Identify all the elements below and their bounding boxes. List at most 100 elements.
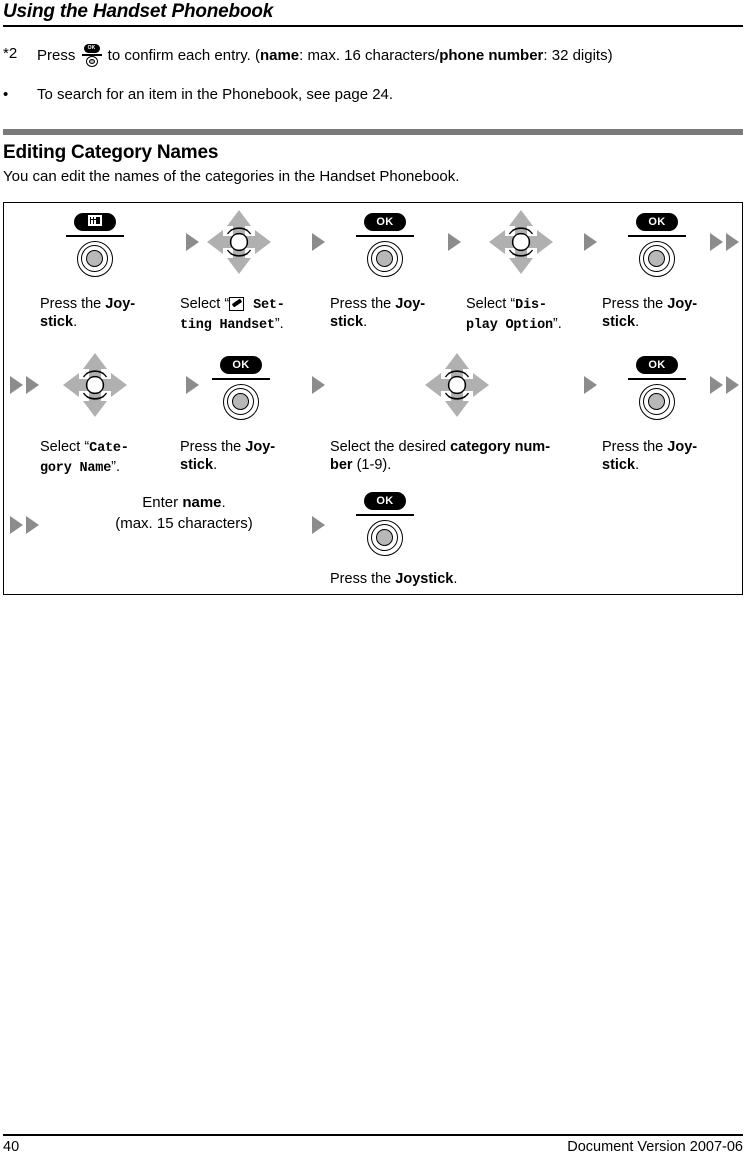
- ok-badge: OK: [364, 492, 406, 510]
- joystick-knob: [639, 384, 675, 420]
- nav-4way-icon[interactable]: [422, 348, 492, 426]
- joystick-knob: [223, 384, 259, 420]
- step-caption: Press the Joy-stick.: [330, 296, 426, 330]
- nav-4way-icon[interactable]: [486, 205, 556, 283]
- step-caption: Select “Dis-play Option”.: [466, 296, 562, 333]
- note-bullet-search: • To search for an item in the Phonebook…: [3, 85, 743, 109]
- triangle-right-icon: [312, 516, 325, 534]
- flow-arrow-separator: [312, 233, 325, 251]
- flow-arrow-separator: [312, 376, 325, 394]
- triangle-right-icon: [710, 233, 723, 251]
- note-bold-name: name: [259, 47, 300, 64]
- flow-step-1: Press the Joy-stick.: [40, 205, 180, 330]
- flow-step-2: Select “ Set-ting Handset”.: [180, 205, 328, 333]
- joystick-press-button[interactable]: OK: [356, 484, 414, 562]
- step-icon-wrap: OK: [180, 348, 320, 426]
- ok-badge: OK: [636, 213, 678, 231]
- joystick-knob: [367, 520, 403, 556]
- step-icon-wrap: [40, 205, 180, 283]
- step-icon-wrap: [40, 348, 180, 426]
- triangle-right-icon: [584, 376, 597, 394]
- step-caption: Press the Joy-stick.: [40, 296, 136, 330]
- joystick-knob: [85, 56, 98, 67]
- joystick-press-button[interactable]: [66, 205, 124, 283]
- flow-arrow-separator: [584, 376, 597, 394]
- triangle-right-icon: [10, 376, 23, 394]
- enter-name-line2: (max. 15 characters): [115, 515, 253, 532]
- enter-name-line1: Enter name.: [142, 494, 226, 511]
- nav-4way-icon[interactable]: [204, 205, 274, 283]
- flow-step-7: OK Press the Joy-stick.: [180, 348, 320, 473]
- badge-underline: [212, 378, 270, 380]
- flow-step-3: OK Press the Joy-stick.: [330, 205, 466, 330]
- joystick-knob: [367, 241, 403, 277]
- step-icon-wrap: OK: [330, 484, 530, 562]
- footer-rule: [3, 1134, 743, 1136]
- flow-arrow-separator: [584, 233, 597, 251]
- joystick-knob: [639, 241, 675, 277]
- flow-step-6: Select “Cate-gory Name”.: [40, 348, 180, 476]
- triangle-right-icon: [448, 233, 461, 251]
- ok-badge: OK: [364, 213, 406, 231]
- step-caption: Press the Joy-stick.: [602, 296, 698, 330]
- step-caption: Press the Joystick.: [330, 571, 458, 587]
- joystick-press-button[interactable]: OK: [212, 348, 270, 426]
- triangle-right-icon: [26, 376, 39, 394]
- flow-row-2: Select “Cate-gory Name”. OK Press the Jo…: [4, 348, 742, 476]
- header-rule: [3, 25, 743, 27]
- note-bullet-marker: •: [3, 86, 9, 103]
- note-marker: *2: [3, 45, 18, 62]
- section-divider-bar: [3, 129, 743, 135]
- ok-badge: OK: [220, 356, 262, 374]
- badge-underline: [628, 378, 686, 380]
- joystick-press-button[interactable]: OK: [356, 205, 414, 283]
- triangle-right-icon: [10, 516, 23, 534]
- step-caption: Select “Cate-gory Name”.: [40, 439, 129, 476]
- triangle-right-icon: [710, 376, 723, 394]
- flow-step-11: OK Press the Joystick.: [330, 484, 530, 587]
- joystick-ok-icon: OK: [81, 44, 102, 67]
- note-text: Press OK to confirm each entry. (name: m…: [37, 44, 743, 67]
- badge-underline: [66, 235, 124, 237]
- running-head-title: Using the Handset Phonebook: [3, 1, 274, 22]
- section-title: Editing Category Names: [3, 142, 219, 163]
- flow-row-3: Enter name. (max. 15 characters) OK Pres…: [4, 484, 742, 594]
- step-icon-wrap: [330, 348, 602, 426]
- step-caption: Press the Joy-stick.: [180, 439, 276, 473]
- flow-wrap-arrow-start: [10, 516, 39, 534]
- triangle-right-icon: [726, 233, 739, 251]
- page-header: Using the Handset Phonebook: [3, 0, 743, 27]
- section-subtitle: You can edit the names of the categories…: [3, 168, 460, 185]
- flow-wrap-arrow-start: [10, 376, 39, 394]
- triangle-right-icon: [312, 233, 325, 251]
- joystick-press-button[interactable]: OK: [628, 205, 686, 283]
- footer-page-number: 40: [3, 1139, 20, 1155]
- note-bold-phone: phone number: [439, 47, 544, 64]
- flow-wrap-arrow-end: [710, 376, 739, 394]
- step-caption: Select “ Set-ting Handset”.: [180, 296, 285, 333]
- step-text: Enter name. (max. 15 characters): [64, 492, 304, 534]
- triangle-right-icon: [584, 233, 597, 251]
- ok-badge: OK: [636, 356, 678, 374]
- step-icon-wrap: OK: [330, 205, 466, 283]
- flow-wrap-arrow-end: [710, 233, 739, 251]
- footer-document-version: Document Version 2007-06: [567, 1139, 743, 1155]
- flow-row-1: Press the Joy-stick. Select “ Set- ting …: [4, 205, 742, 338]
- badge-underline: [628, 235, 686, 237]
- badge-underline: [356, 235, 414, 237]
- menu-grid-icon: [74, 213, 116, 231]
- triangle-right-icon: [312, 376, 325, 394]
- badge-underline: [356, 514, 414, 516]
- flow-step-8: Select the desired category num-ber (1-9…: [330, 348, 602, 473]
- flow-arrow-separator: [312, 516, 325, 534]
- flow-arrow-separator: [448, 233, 461, 251]
- procedure-flow-box: Press the Joy-stick. Select “ Set- ting …: [3, 202, 743, 595]
- note-footnote-2: *2 Press OK to confirm each entry. (name…: [3, 44, 743, 68]
- triangle-right-icon: [26, 516, 39, 534]
- joystick-press-button[interactable]: OK: [628, 348, 686, 426]
- ok-badge: OK: [83, 44, 100, 53]
- intro-notes: *2 Press OK to confirm each entry. (name…: [3, 44, 743, 109]
- step-caption: Press the Joy-stick.: [602, 439, 698, 473]
- nav-4way-icon[interactable]: [60, 348, 130, 426]
- note-bullet-text: To search for an item in the Phonebook, …: [37, 86, 394, 103]
